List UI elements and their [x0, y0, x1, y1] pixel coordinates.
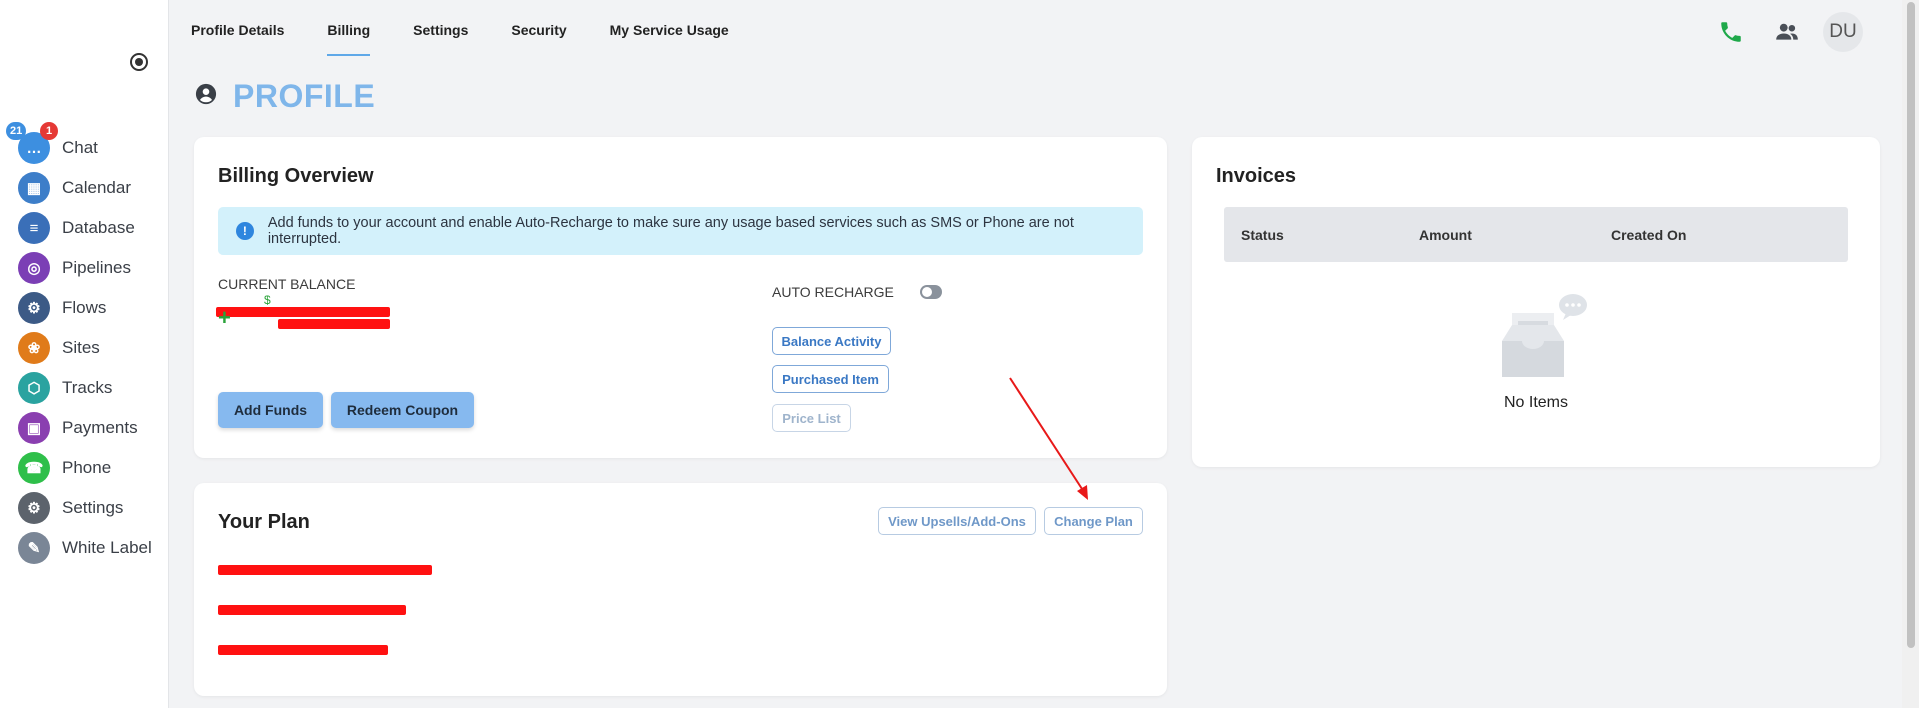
- change-plan-button[interactable]: Change Plan: [1044, 507, 1143, 535]
- settings-icon: ⚙: [18, 492, 50, 524]
- chat-notification-badge: 1: [40, 122, 58, 140]
- top-right-actions: DU: [1695, 12, 1863, 52]
- scrollbar-thumb[interactable]: [1907, 2, 1915, 648]
- pipelines-icon: ◎: [18, 252, 50, 284]
- redeem-coupon-button[interactable]: Redeem Coupon: [331, 392, 474, 428]
- sidebar-item-label: Settings: [62, 498, 124, 517]
- user-circle-icon: [195, 83, 217, 110]
- sidebar-item-white-label[interactable]: ✎ White Label: [18, 532, 152, 564]
- redacted-plan-line-2: [218, 605, 406, 615]
- sidebar-item-phone[interactable]: ☎ Phone: [18, 452, 111, 484]
- empty-state-text: No Items: [1503, 394, 1568, 411]
- sidebar-item-sites[interactable]: ❀ Sites: [18, 332, 100, 364]
- redacted-plan-line-3: [218, 645, 388, 655]
- invoices-table-header: Status Amount Created On: [1224, 207, 1848, 262]
- tab-settings[interactable]: Settings: [413, 0, 468, 56]
- tab-security[interactable]: Security: [511, 0, 566, 56]
- annotation-arrow: [1009, 377, 1088, 500]
- phone-icon: ☎: [18, 452, 50, 484]
- sidebar-item-database[interactable]: ≡ Database: [18, 212, 135, 244]
- sites-icon: ❀: [18, 332, 50, 364]
- current-balance-label: CURRENT BALANCE: [218, 276, 356, 292]
- column-status[interactable]: Status: [1241, 227, 1284, 243]
- column-amount[interactable]: Amount: [1419, 227, 1472, 243]
- invoices-title: Invoices: [1216, 165, 1297, 187]
- sidebar-item-settings[interactable]: ⚙ Settings: [18, 492, 123, 524]
- redacted-plan-line-1: [218, 565, 432, 575]
- your-plan-card: Your Plan View Upsells/Add-Ons Change Pl…: [194, 483, 1167, 696]
- sidebar-item-tracks[interactable]: ⬡ Tracks: [18, 372, 112, 404]
- sidebar-item-chat[interactable]: … Chat 21 1: [6, 122, 98, 164]
- sidebar-item-label: White Label: [62, 538, 152, 557]
- redacted-balance: + $: [216, 293, 391, 333]
- white-label-icon: ✎: [18, 532, 50, 564]
- phone-call-icon[interactable]: [1711, 12, 1751, 52]
- sidebar-item-label: Tracks: [62, 378, 113, 397]
- auto-recharge-label: AUTO RECHARGE: [772, 284, 894, 300]
- balance-activity-button[interactable]: Balance Activity: [772, 327, 891, 355]
- sidebar-item-label: Phone: [62, 458, 112, 477]
- add-funds-button[interactable]: Add Funds: [218, 392, 323, 428]
- payments-icon: ▣: [18, 412, 50, 444]
- page-title: PROFILE: [233, 78, 376, 114]
- sidebar-item-label: Calendar: [62, 178, 131, 197]
- sidebar-item-label: Payments: [62, 418, 138, 437]
- invoices-card: Invoices Status Amount Created On No Ite…: [1192, 137, 1880, 467]
- sidebar-item-label: Chat: [62, 138, 98, 157]
- tab-profile-details[interactable]: Profile Details: [191, 0, 284, 56]
- purchased-item-button[interactable]: Purchased Item: [772, 365, 889, 393]
- info-icon: !: [236, 222, 254, 240]
- user-avatar[interactable]: DU: [1823, 12, 1863, 52]
- sidebar-item-calendar[interactable]: ▦ Calendar: [18, 172, 131, 204]
- calendar-icon: ▦: [18, 172, 50, 204]
- profile-tabs: Profile Details Billing Settings Securit…: [191, 0, 772, 56]
- empty-inbox-icon: [1494, 291, 1594, 386]
- sidebar-item-payments[interactable]: ▣ Payments: [18, 412, 138, 444]
- database-icon: ≡: [18, 212, 50, 244]
- price-list-button[interactable]: Price List: [772, 404, 851, 432]
- sidebar-toggle-radio[interactable]: [130, 53, 148, 71]
- tab-my-service-usage[interactable]: My Service Usage: [610, 0, 729, 56]
- sidebar-item-label: Database: [62, 218, 135, 237]
- tab-billing[interactable]: Billing: [327, 0, 370, 56]
- page-header: PROFILE: [195, 78, 375, 115]
- info-banner-text: Add funds to your account and enable Aut…: [267, 215, 1074, 247]
- flows-icon: ⚙: [18, 292, 50, 324]
- sidebar-item-label: Flows: [62, 298, 107, 317]
- sidebar-item-label: Sites: [62, 338, 100, 357]
- your-plan-title: Your Plan: [218, 511, 310, 533]
- auto-recharge-toggle[interactable]: [920, 285, 942, 299]
- column-created-on[interactable]: Created On: [1611, 227, 1686, 243]
- sidebar-item-pipelines[interactable]: ◎ Pipelines: [18, 252, 131, 284]
- sidebar-item-flows[interactable]: ⚙ Flows: [18, 292, 106, 324]
- tracks-icon: ⬡: [18, 372, 50, 404]
- info-banner: ! Add funds to your account and enable A…: [218, 207, 1143, 255]
- view-upsells-button[interactable]: View Upsells/Add-Ons: [878, 507, 1036, 535]
- vertical-scrollbar[interactable]: [1902, 0, 1919, 708]
- billing-overview-title: Billing Overview: [218, 165, 374, 187]
- chat-unread-badge: 21: [6, 122, 27, 140]
- sidebar-item-label: Pipelines: [62, 258, 131, 277]
- sidebar: … Chat 21 1 ▦ Calendar ≡ Database ◎ Pipelines ⚙ Flo…: [0, 0, 169, 708]
- contacts-icon[interactable]: [1767, 12, 1807, 52]
